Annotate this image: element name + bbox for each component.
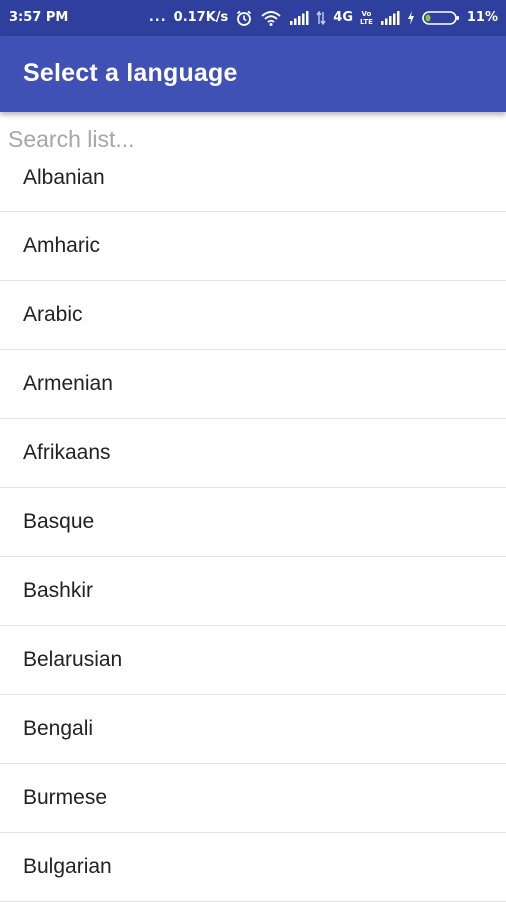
list-item[interactable]: Arabic	[0, 281, 506, 350]
list-item[interactable]: Basque	[0, 488, 506, 557]
language-label: Bengali	[23, 717, 94, 740]
list-item[interactable]: Burmese	[0, 764, 506, 833]
language-label: Arabic	[23, 303, 83, 326]
volte-bottom: LTE	[360, 18, 373, 26]
signal-icon	[289, 11, 309, 25]
language-label: Bulgarian	[23, 855, 112, 878]
language-label: Afrikaans	[23, 441, 111, 464]
language-list: Albanian Amharic Arabic Armenian Afrikaa…	[0, 143, 506, 902]
page-title: Select a language	[23, 59, 238, 87]
language-label: Burmese	[23, 786, 108, 809]
language-label: Bashkir	[23, 579, 94, 602]
data-arrows-icon	[316, 10, 326, 26]
charging-icon	[407, 11, 415, 25]
language-label: Belarusian	[23, 648, 123, 671]
network-speed: 0.17K/s	[173, 10, 229, 25]
list-item[interactable]: Bashkir	[0, 557, 506, 626]
list-item[interactable]: Armenian	[0, 350, 506, 419]
status-time: 3:57 PM	[9, 10, 69, 25]
battery-icon	[422, 10, 460, 26]
volte-badge: Vo LTE	[360, 10, 373, 26]
language-label: Basque	[23, 510, 95, 533]
language-label: Albanian	[23, 166, 105, 189]
status-icons: ... 0.17K/s 4G Vo LTE 11%	[149, 7, 498, 29]
network-type: 4G	[333, 10, 354, 25]
volte-top: Vo	[361, 10, 372, 18]
list-item[interactable]: Bulgarian	[0, 833, 506, 902]
list-item[interactable]: Albanian	[0, 143, 506, 212]
list-item[interactable]: Amharic	[0, 212, 506, 281]
list-item[interactable]: Afrikaans	[0, 419, 506, 488]
alarm-icon	[235, 9, 253, 27]
notification-dots: ...	[148, 10, 167, 25]
language-label: Amharic	[23, 234, 101, 257]
battery-percent: 11%	[466, 10, 498, 25]
language-label: Armenian	[23, 372, 113, 395]
list-item[interactable]: Bengali	[0, 695, 506, 764]
status-bar: 3:57 PM ... 0.17K/s 4G Vo LTE 11%	[0, 0, 506, 36]
signal-icon	[380, 11, 400, 25]
list-item[interactable]: Belarusian	[0, 626, 506, 695]
app-bar: Select a language	[0, 36, 506, 112]
wifi-icon	[260, 9, 282, 27]
